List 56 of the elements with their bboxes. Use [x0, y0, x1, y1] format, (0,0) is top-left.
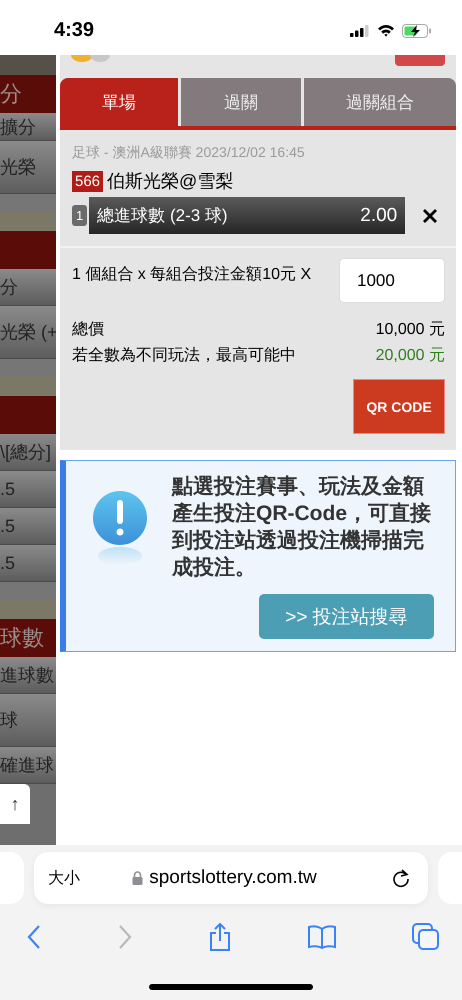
total-value: 10,000 元	[376, 320, 445, 340]
header-bar	[0, 55, 56, 75]
match-teams: 伯斯光榮@雪梨	[107, 170, 234, 193]
section-header: 球數	[0, 619, 56, 657]
tab[interactable]: 過關	[181, 78, 301, 126]
list-row[interactable]: 擴分	[0, 113, 56, 141]
list-row[interactable]: .5	[0, 508, 56, 545]
amount-field[interactable]: 1000	[339, 258, 445, 303]
section-header	[0, 231, 56, 269]
spacer-band	[0, 211, 56, 231]
list-row[interactable]: 確進球	[0, 747, 56, 784]
address-bar[interactable]: 大小 sportslottery.com.tw	[34, 852, 428, 904]
bookmarks-icon[interactable]	[307, 924, 337, 950]
section-header: 分	[0, 75, 56, 113]
forward-icon[interactable]	[117, 924, 133, 950]
battery-charging-icon	[402, 24, 432, 38]
match-info: 足球 - 澳洲A級聯賽 2023/12/02 16:45	[72, 144, 306, 162]
station-search-button[interactable]: >> 投注站搜尋	[259, 594, 434, 639]
tab[interactable]: 過關組合	[304, 78, 456, 126]
list-row[interactable]: 進球數	[0, 657, 56, 694]
odds: 2.00	[360, 204, 398, 226]
qr-code-button[interactable]: QR CODE	[353, 379, 445, 434]
list-row[interactable]: 分	[0, 269, 56, 306]
spacer-band	[0, 599, 56, 619]
total-value: 20,000 元	[376, 346, 445, 366]
stake-formula: 1 個組合 x 每組合投注金額10元 X	[72, 264, 312, 285]
list-row[interactable]: 光榮	[0, 141, 56, 194]
list-row[interactable]: \[總分]	[0, 434, 56, 471]
notice-text: 點選投注賽事、玩法及金額產生投注QR-Code，可直接到投注站透過投注機掃描完成投注。	[172, 474, 432, 581]
scroll-top-button[interactable]: ↑	[0, 784, 30, 824]
total-label: 若全數為不同玩法，最高可能中	[72, 346, 296, 366]
selection-number: 1	[72, 205, 88, 226]
list-row[interactable]: .5	[0, 545, 56, 582]
match-code: 566	[72, 170, 104, 192]
lock-icon	[132, 871, 144, 885]
remove-icon[interactable]	[421, 206, 440, 224]
text-size-button[interactable]: 大小	[48, 868, 80, 888]
signal-icon	[350, 24, 370, 36]
spacer-band	[0, 376, 56, 396]
spacer-band	[0, 194, 56, 211]
list-row[interactable]: 球	[0, 694, 56, 747]
section-header	[0, 396, 56, 434]
back-icon[interactable]	[26, 924, 42, 950]
spacer-band	[0, 359, 56, 376]
tabs-icon[interactable]	[412, 923, 440, 951]
tab[interactable]: 單場	[60, 78, 178, 126]
clock: 4:39	[54, 19, 94, 42]
share-icon[interactable]	[208, 922, 232, 952]
selection-name: 總進球數 (2-3 球)	[97, 205, 228, 227]
exclamation-icon	[90, 490, 150, 566]
total-label: 總價	[72, 320, 104, 340]
url-text: sportslottery.com.tw	[149, 867, 317, 889]
wifi-icon	[377, 24, 395, 37]
spacer-band	[0, 582, 56, 599]
list-row[interactable]: .5	[0, 471, 56, 508]
reload-icon[interactable]	[391, 868, 411, 888]
